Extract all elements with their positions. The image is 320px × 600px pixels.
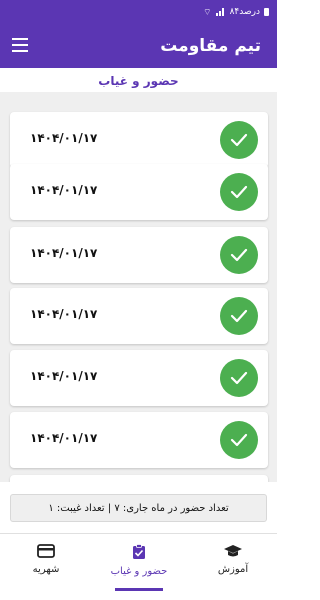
- attendance-card: ۱۴۰۴/۰۱/۱۷: [10, 227, 268, 283]
- check-circle-icon: [220, 121, 258, 159]
- attendance-date: ۱۴۰۴/۰۱/۱۷: [30, 369, 98, 383]
- battery-icon: [264, 8, 269, 16]
- nav-item-education[interactable]: آموزش: [193, 544, 273, 575]
- graduation-cap-icon: [224, 545, 242, 557]
- attendance-card: ۱۴۰۴/۰۱/۱۷: [10, 112, 268, 168]
- nav-label: شهریه: [32, 564, 60, 575]
- attendance-card: ۱۴۰۴/۰۱/۱۷: [10, 164, 268, 220]
- wifi-icon: ⌔: [203, 7, 212, 18]
- credit-card-icon: [37, 544, 55, 558]
- check-circle-icon: [220, 359, 258, 397]
- attendance-date: ۱۴۰۴/۰۱/۱۷: [30, 131, 98, 145]
- attendance-list[interactable]: ۱۴۰۴/۰۱/۱۷ ۱۴۰۴/۰۱/۱۷ ۱۴۰۴/۰۱/۱۷ ۱۴۰۴/۰۱…: [0, 92, 277, 482]
- attendance-summary: تعداد حضور در ماه جاری: ۷ | تعداد غیبت: …: [10, 494, 267, 522]
- battery-text: ۸۴درصد: [229, 7, 260, 17]
- nav-item-tuition[interactable]: شهریه: [6, 544, 86, 575]
- check-circle-icon: [220, 236, 258, 274]
- signal-icon: [215, 8, 226, 16]
- attendance-card: ۱۴۰۴/۰۱/۱۷: [10, 288, 268, 344]
- check-circle-icon: [220, 421, 258, 459]
- check-circle-icon: [220, 173, 258, 211]
- attendance-date: ۱۴۰۴/۰۱/۱۷: [30, 307, 98, 321]
- app-title: تیم مقاومت: [160, 36, 261, 56]
- attendance-card-partial: [10, 475, 268, 482]
- app-bar: تیم مقاومت: [0, 24, 277, 68]
- attendance-card: ۱۴۰۴/۰۱/۱۷: [10, 412, 268, 468]
- nav-label: آموزش: [217, 564, 249, 575]
- hamburger-menu-icon[interactable]: [12, 38, 28, 52]
- nav-item-attendance[interactable]: حضور و غیاب: [99, 544, 179, 577]
- status-bar: ⌔ ۸۴درصد: [0, 0, 277, 24]
- bottom-navigation: شهریه حضور و غیاب آموزش: [0, 533, 277, 600]
- nav-label: حضور و غیاب: [110, 566, 168, 577]
- check-circle-icon: [220, 297, 258, 335]
- active-tab-indicator: [115, 588, 163, 591]
- clipboard-check-icon: [133, 544, 145, 559]
- attendance-date: ۱۴۰۴/۰۱/۱۷: [30, 246, 98, 260]
- attendance-card: ۱۴۰۴/۰۱/۱۷: [10, 350, 268, 406]
- attendance-date: ۱۴۰۴/۰۱/۱۷: [30, 431, 98, 445]
- section-title: حضور و غیاب: [98, 74, 179, 88]
- attendance-date: ۱۴۰۴/۰۱/۱۷: [30, 183, 98, 197]
